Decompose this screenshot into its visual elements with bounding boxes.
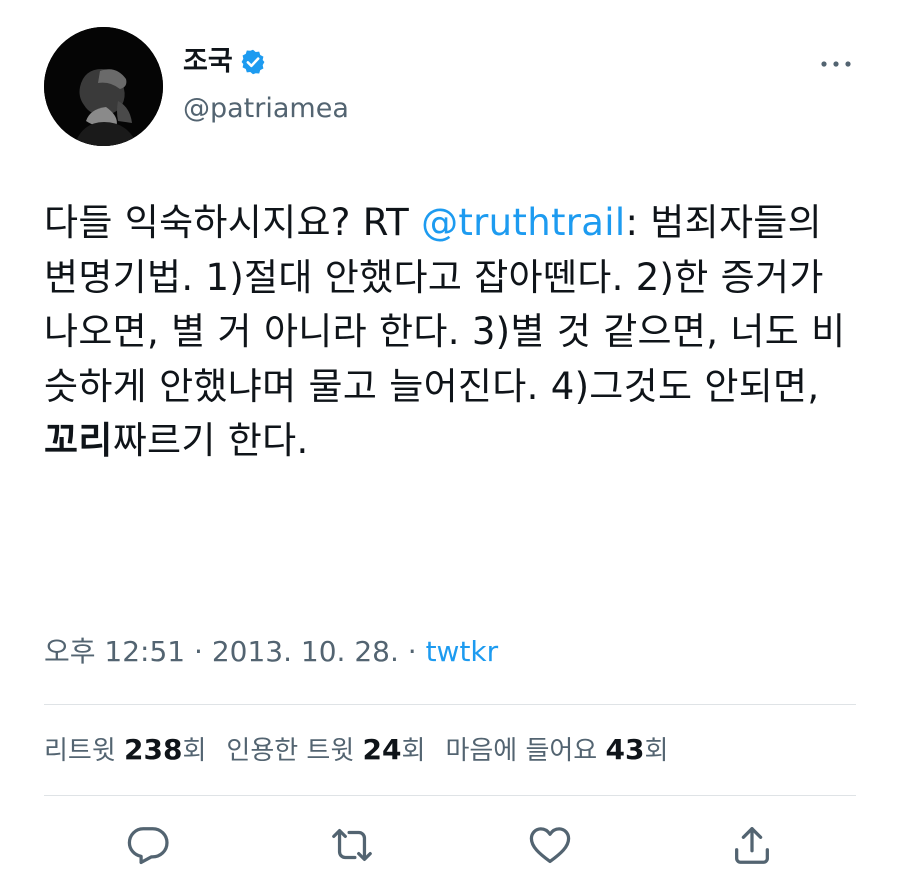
verified-badge-icon	[239, 48, 267, 76]
stat-suffix: 회	[401, 736, 426, 766]
author-handle[interactable]: @patriamea	[183, 92, 349, 126]
tweet-text-part: 짜르기 한다.	[112, 419, 309, 462]
stat-suffix: 회	[182, 736, 207, 766]
stat-suffix: 회	[644, 736, 669, 766]
author-name-row[interactable]: 조국	[183, 45, 267, 79]
likes-stat[interactable]: 마음에 들어요 43회	[445, 730, 668, 771]
tweet-time[interactable]: 오후 12:51	[44, 635, 185, 668]
tweet-meta: 오후 12:51 · 2013. 10. 28. · twtkr	[44, 632, 498, 672]
user-avatar-photo	[44, 27, 163, 146]
tweet-text: 다들 익숙하시지요? RT @truthtrail: 범죄자들의 변명기법. 1…	[44, 196, 864, 469]
stat-label: 인용한 트윗	[226, 736, 363, 766]
meta-separator: ·	[185, 635, 212, 668]
tweet-source[interactable]: twtkr	[426, 635, 499, 668]
stat-count: 43	[605, 733, 645, 766]
tweet-text-part: 다들 익숙하시지요? RT	[44, 201, 422, 244]
tweet-card: 조국 @patriamea 다들 익숙하시지요? RT @truthtrail:…	[0, 0, 900, 887]
quotes-stat[interactable]: 인용한 트윗 24회	[226, 730, 425, 771]
meta-separator: ·	[398, 635, 426, 668]
divider	[44, 704, 856, 705]
display-name[interactable]: 조국	[183, 45, 233, 79]
retweet-icon[interactable]	[329, 822, 375, 868]
mention-link[interactable]: @truthtrail	[421, 201, 625, 244]
reply-icon[interactable]	[125, 822, 171, 868]
more-icon[interactable]	[818, 52, 854, 76]
stat-label: 리트윗	[44, 736, 125, 766]
stat-label: 마음에 들어요	[445, 736, 606, 766]
avatar[interactable]	[44, 27, 163, 146]
share-icon[interactable]	[729, 822, 775, 868]
divider	[44, 795, 856, 796]
retweets-stat[interactable]: 리트윗 238회	[44, 730, 206, 771]
tweet-bold-word: 꼬리	[44, 419, 113, 462]
action-bar	[0, 822, 900, 868]
heart-icon[interactable]	[527, 822, 573, 868]
stat-count: 24	[362, 733, 402, 766]
tweet-stats: 리트윗 238회 인용한 트윗 24회 마음에 들어요 43회	[44, 730, 688, 771]
tweet-date[interactable]: 2013. 10. 28.	[212, 635, 399, 668]
stat-count: 238	[124, 733, 183, 766]
